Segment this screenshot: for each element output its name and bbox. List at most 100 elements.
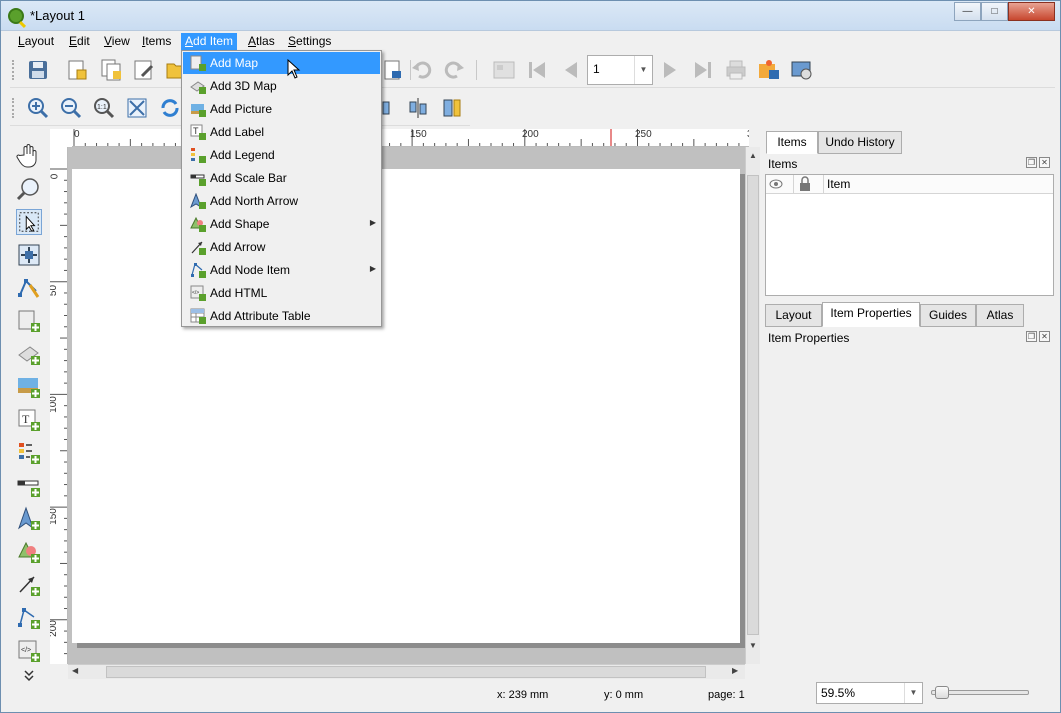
menu-label: Add Legend	[210, 148, 275, 162]
menu-atlas[interactable]: Atlas	[244, 33, 279, 51]
tab-item-properties[interactable]: Item Properties	[822, 302, 920, 327]
maximize-button[interactable]: □	[981, 2, 1008, 21]
scroll-up-icon[interactable]: ▲	[749, 151, 757, 160]
menu-add-3d-map[interactable]: Add 3D Map	[183, 75, 380, 97]
horizontal-scrollbar[interactable]: ◀ ▶	[68, 664, 745, 679]
menu-add-map[interactable]: Add Map	[183, 52, 380, 74]
undock-icon[interactable]: ❐	[1026, 331, 1037, 342]
move-content-icon[interactable]	[16, 242, 42, 268]
add-3d-map-tool-icon[interactable]	[16, 341, 42, 367]
horizontal-scroll-thumb[interactable]	[106, 666, 706, 678]
atlas-preview-icon[interactable]	[492, 58, 516, 82]
layout-manager-icon[interactable]	[132, 58, 156, 82]
export-atlas-image-icon[interactable]	[757, 58, 781, 82]
menu-add-arrow[interactable]: Add Arrow	[183, 236, 380, 258]
redo-icon[interactable]	[442, 58, 466, 82]
print-atlas-icon[interactable]	[724, 58, 748, 82]
menu-items[interactable]: Items	[138, 33, 175, 51]
add-picture-tool-icon[interactable]	[16, 374, 42, 400]
menu-add-label[interactable]: T Add Label	[183, 121, 380, 143]
cursor-y-readout: y: 0 mm	[604, 689, 644, 701]
scroll-right-icon[interactable]: ▶	[732, 666, 738, 675]
zoom-100-icon[interactable]: 1:1	[92, 96, 116, 120]
tab-guides[interactable]: Guides	[920, 304, 976, 327]
menu-add-item[interactable]: Add Item	[181, 33, 238, 51]
tab-layout[interactable]: Layout	[765, 304, 822, 327]
legend-icon	[191, 148, 206, 163]
menu-add-node-item[interactable]: Add Node Item ▶	[183, 259, 380, 281]
arrow-icon	[191, 241, 206, 255]
items-tree[interactable]: Item	[765, 174, 1054, 296]
menu-add-picture[interactable]: Add Picture	[183, 98, 380, 120]
scroll-left-icon[interactable]: ◀	[72, 666, 78, 675]
atlas-settings-icon[interactable]	[790, 58, 814, 82]
export-pdf-icon[interactable]	[380, 58, 404, 82]
title-bar[interactable]: *Layout 1 — □ ✕	[1, 1, 1060, 31]
add-label-tool-icon[interactable]: T	[16, 407, 42, 433]
close-button[interactable]: ✕	[1008, 2, 1055, 21]
menu-add-north-arrow[interactable]: Add North Arrow	[183, 190, 380, 212]
new-layout-icon[interactable]	[65, 58, 89, 82]
layout-page[interactable]	[72, 169, 740, 643]
add-html-tool-icon[interactable]: </>	[16, 638, 42, 664]
zoom-in-icon[interactable]	[26, 96, 50, 120]
zoom-combobox[interactable]: 59.5% ▼	[816, 682, 923, 704]
zoom-out-icon[interactable]	[59, 96, 83, 120]
next-feature-icon[interactable]	[658, 58, 682, 82]
menu-add-html[interactable]: </> Add HTML	[183, 282, 380, 304]
add-arrow-tool-icon[interactable]	[16, 572, 42, 598]
item-column-header[interactable]: Item	[824, 175, 1053, 194]
add-legend-tool-icon[interactable]	[16, 440, 42, 466]
distribute-items-icon[interactable]	[407, 96, 431, 120]
add-shape-tool-icon[interactable]	[16, 539, 42, 565]
undo-icon[interactable]	[410, 58, 434, 82]
edit-nodes-icon[interactable]	[16, 275, 42, 301]
menu-edit[interactable]: Edit	[65, 33, 94, 51]
add-north-arrow-tool-icon[interactable]	[16, 506, 42, 532]
vertical-scrollbar[interactable]: ▲ ▼	[745, 147, 760, 664]
tab-atlas[interactable]: Atlas	[976, 304, 1024, 327]
minimize-button[interactable]: —	[954, 2, 981, 21]
chevron-down-icon[interactable]: ▼	[904, 683, 922, 703]
toolbar-grip[interactable]	[12, 60, 16, 80]
vertical-ruler[interactable]: 0 50 100 150 200	[50, 147, 68, 664]
add-scale-bar-tool-icon[interactable]	[16, 473, 42, 499]
resize-items-icon[interactable]	[440, 96, 464, 120]
duplicate-layout-icon[interactable]	[100, 58, 124, 82]
pan-hand-icon[interactable]	[16, 143, 42, 169]
menu-add-legend[interactable]: Add Legend	[183, 144, 380, 166]
previous-feature-icon[interactable]	[559, 58, 583, 82]
add-map-tool-icon[interactable]	[16, 308, 42, 334]
horizontal-ruler[interactable]: 0 50 100 150 200 250 30	[72, 129, 749, 147]
menu-layout[interactable]: Layout	[14, 33, 58, 51]
undock-icon[interactable]: ❐	[1026, 157, 1037, 168]
zoom-slider-handle[interactable]	[934, 686, 949, 699]
ruler-corner	[50, 129, 72, 147]
atlas-page-spinbox[interactable]: 1 ▼	[587, 55, 653, 85]
zoom-tool-icon[interactable]	[16, 176, 42, 202]
zoom-full-icon[interactable]	[125, 96, 149, 120]
close-dock-icon[interactable]: ✕	[1039, 157, 1050, 168]
menu-add-attribute-table[interactable]: Add Attribute Table	[183, 305, 380, 327]
last-feature-icon[interactable]	[691, 58, 715, 82]
menu-add-shape[interactable]: Add Shape ▶	[183, 213, 380, 235]
chevron-down-icon[interactable]: ▼	[634, 56, 652, 84]
scroll-down-icon[interactable]: ▼	[749, 641, 757, 650]
ruler-label: 250	[635, 129, 652, 140]
save-icon[interactable]	[26, 58, 50, 82]
toolbar-grip[interactable]	[12, 98, 16, 118]
close-dock-icon[interactable]: ✕	[1039, 331, 1050, 342]
refresh-icon[interactable]	[158, 96, 182, 120]
tab-undo-history[interactable]: Undo History	[818, 131, 902, 154]
add-node-item-tool-icon[interactable]	[16, 605, 42, 631]
select-move-item-icon[interactable]	[16, 209, 42, 235]
menu-view[interactable]: View	[100, 33, 134, 51]
visibility-column-header[interactable]	[766, 175, 794, 194]
menu-settings[interactable]: Settings	[284, 33, 335, 51]
lock-column-header[interactable]	[794, 175, 824, 194]
align-items-icon[interactable]	[380, 96, 404, 120]
tab-items[interactable]: Items	[766, 131, 818, 154]
vertical-scroll-thumb[interactable]	[747, 175, 759, 635]
first-feature-icon[interactable]	[525, 58, 549, 82]
menu-add-scale-bar[interactable]: Add Scale Bar	[183, 167, 380, 189]
